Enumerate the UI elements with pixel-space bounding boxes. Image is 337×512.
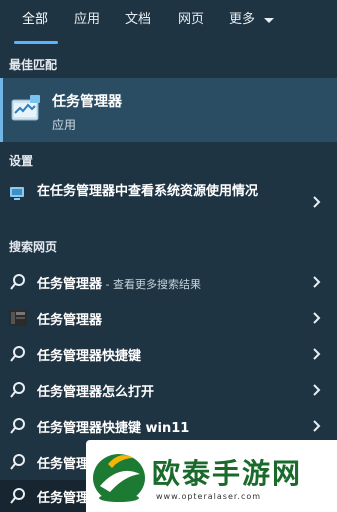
web-result-row[interactable]: 任务管理器怎么打开 — [0, 372, 337, 408]
watermark-url: www.opteralaser.com — [156, 492, 262, 501]
settings-item[interactable]: 在任务管理器中查看系统资源使用情况 — [0, 176, 337, 228]
watermark: 欧泰手游网 www.opteralaser.com — [86, 440, 337, 512]
app-thumbnail-icon — [9, 310, 27, 326]
best-match-item[interactable]: 任务管理器 应用 — [0, 78, 337, 142]
tab-all[interactable]: 全部 — [22, 10, 48, 30]
web-result-hint: - 查看更多搜索结果 — [102, 278, 201, 291]
web-result-label: 任务管理器快捷键 win11 — [37, 421, 190, 436]
web-search-heading: 搜索网页 — [9, 240, 58, 254]
web-result-label: 任务管理器 — [37, 313, 103, 328]
watermark-title: 欧泰手游网 — [152, 457, 303, 490]
search-input-value: 任务管理 — [37, 491, 90, 506]
best-match-heading: 最佳匹配 — [9, 58, 58, 72]
tab-apps[interactable]: 应用 — [74, 10, 100, 30]
search-icon — [10, 418, 25, 434]
web-result-row[interactable]: 任务管理器快捷键 — [0, 336, 337, 372]
search-icon — [10, 454, 25, 470]
task-manager-icon — [11, 95, 40, 121]
watermark-logo-icon — [93, 454, 145, 502]
tab-documents[interactable]: 文档 — [125, 10, 151, 30]
selection-indicator — [0, 78, 3, 142]
active-tab-indicator — [14, 41, 58, 44]
web-result-label: 任务管理 — [37, 457, 90, 472]
tab-more[interactable]: 更多 — [229, 10, 255, 30]
web-result-row[interactable]: 任务管理器 - 查看更多搜索结果 — [0, 264, 337, 300]
search-icon — [10, 382, 25, 398]
search-tabs: 全部 应用 文档 网页 更多 — [0, 0, 337, 44]
chevron-down-icon[interactable] — [264, 18, 274, 23]
web-result-row[interactable]: 任务管理器快捷键 win11 — [0, 408, 337, 444]
best-match-title: 任务管理器 — [52, 94, 122, 110]
chevron-right-icon — [313, 196, 321, 208]
web-result-label: 任务管理器怎么打开 — [37, 385, 155, 400]
chevron-right-icon — [313, 420, 321, 432]
chevron-right-icon — [313, 348, 321, 360]
search-icon — [10, 274, 25, 290]
best-match-subtitle: 应用 — [52, 118, 77, 132]
search-icon — [10, 488, 25, 504]
web-result-row[interactable]: 任务管理器 — [0, 300, 337, 336]
settings-heading: 设置 — [9, 154, 34, 168]
chevron-right-icon — [313, 384, 321, 396]
tab-web[interactable]: 网页 — [178, 10, 204, 30]
search-icon — [10, 346, 25, 362]
monitor-icon — [10, 187, 24, 200]
chevron-right-icon — [313, 312, 321, 324]
settings-item-label: 在任务管理器中查看系统资源使用情况 — [37, 184, 259, 199]
chevron-right-icon — [313, 276, 321, 288]
web-result-label: 任务管理器 — [37, 277, 103, 292]
web-result-label: 任务管理器快捷键 — [37, 349, 142, 364]
